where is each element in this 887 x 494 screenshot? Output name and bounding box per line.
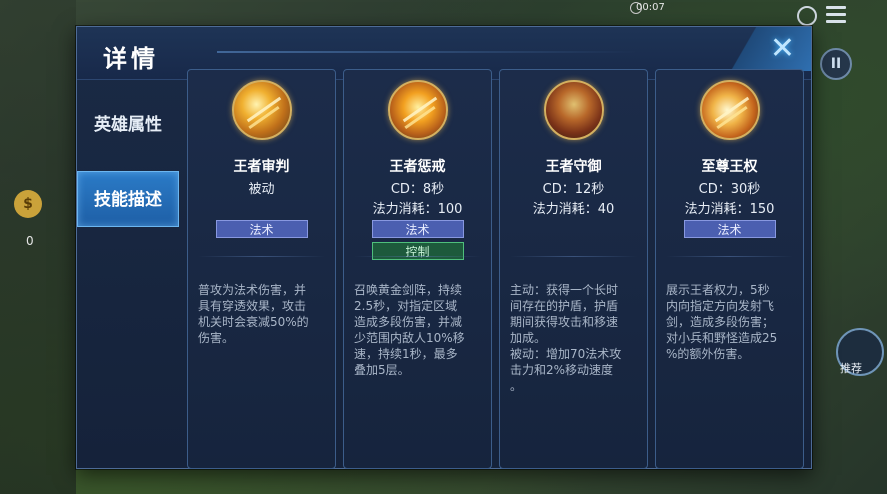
skill-icon-judgment (232, 80, 292, 140)
gold-value: 0 (26, 234, 34, 248)
card-divider (666, 256, 793, 257)
tag-magic: 法术 (215, 220, 308, 238)
skill-description: 普攻为法术伤害，并 具有穿透效果，攻击 机关时会衰减50%的 伤害。 (198, 283, 309, 345)
skill-name: 王者惩戒 (389, 159, 446, 175)
title-divider (217, 51, 637, 53)
skill-tags: 法术 控制 (344, 220, 491, 264)
game-side-panel (0, 0, 76, 494)
card-divider (510, 256, 637, 257)
skill-description: 展示王者权力，5秒 内向指定方向发射飞 剑，造成多段伤害； 对小兵和野怪造成25… (666, 283, 778, 361)
skill-meta: CD：12秒 法力消耗：40 (500, 180, 647, 220)
skill-card[interactable]: 至尊王权 CD：30秒 法力消耗：150 法术 展示王者权力，5秒 内向指定方向… (655, 69, 804, 469)
modal-title: 详情 (103, 45, 159, 73)
skill-description: 主动：获得一个长时 间存在的护盾，护盾 期间获得攻击和移速 加成。 被动：增加7… (510, 283, 622, 393)
menu-icon[interactable] (826, 6, 846, 24)
skill-icon-punishment (388, 80, 448, 140)
pause-button[interactable]: II (820, 48, 852, 80)
details-modal: 详情 ✕ 英雄属性 技能描述 王者审判 被动 法术 普攻为法术伤害，并 具有穿透… (76, 26, 812, 469)
skill-tags: 法术 (656, 220, 803, 242)
skill-meta-line2: 法力消耗：150 (684, 202, 775, 217)
skill-meta-line2: 法力消耗：100 (372, 202, 463, 217)
skill-meta: 被动 (188, 180, 335, 200)
skill-meta-line1: CD：12秒 (542, 182, 605, 197)
recommend-label: 推荐 (840, 362, 862, 375)
skill-icon-sovereignty (700, 80, 760, 140)
skill-card[interactable]: 王者守御 CD：12秒 法力消耗：40 主动：获得一个长时 间存在的护盾，护盾 … (499, 69, 648, 469)
card-divider (198, 256, 325, 257)
tag-control: 控制 (371, 242, 464, 260)
skill-card[interactable]: 王者惩戒 CD：8秒 法力消耗：100 法术 控制 召唤黄金剑阵，持续 2.5秒… (343, 69, 492, 469)
skill-name: 王者守御 (545, 159, 602, 175)
close-icon[interactable]: ✕ (770, 31, 795, 66)
skill-tags: 法术 (188, 220, 335, 242)
skill-meta: CD：8秒 法力消耗：100 (344, 180, 491, 220)
tag-magic: 法术 (371, 220, 464, 238)
skill-meta-line2: 法力消耗：40 (532, 202, 615, 217)
skill-meta: CD：30秒 法力消耗：150 (656, 180, 803, 220)
nav-hero-attributes[interactable]: 英雄属性 (77, 97, 179, 153)
skill-icon-guard (544, 80, 604, 140)
card-divider (354, 256, 481, 257)
skill-meta-line1: CD：8秒 (390, 182, 445, 197)
skill-name: 王者审判 (233, 159, 290, 175)
skill-name: 至尊王权 (701, 159, 758, 175)
side-nav: 英雄属性 技能描述 (77, 97, 181, 245)
skill-meta-line1: 被动 (248, 182, 275, 197)
gold-coin-icon[interactable]: $ (14, 190, 42, 218)
tag-magic: 法术 (683, 220, 776, 238)
skill-meta-line1: CD：30秒 (698, 182, 761, 197)
nav-skill-description[interactable]: 技能描述 (77, 171, 179, 227)
skill-card[interactable]: 王者审判 被动 法术 普攻为法术伤害，并 具有穿透效果，攻击 机关时会衰减50%… (187, 69, 336, 469)
skill-cards: 王者审判 被动 法术 普攻为法术伤害，并 具有穿透效果，攻击 机关时会衰减50%… (187, 69, 807, 469)
close-button[interactable]: ✕ (721, 27, 811, 71)
settings-gear-icon[interactable] (797, 6, 817, 26)
skill-description: 召唤黄金剑阵，持续 2.5秒，对指定区域 造成多段伤害，并减 少范围内敌人10%… (354, 283, 465, 377)
game-timer: 00:07 (636, 2, 665, 13)
